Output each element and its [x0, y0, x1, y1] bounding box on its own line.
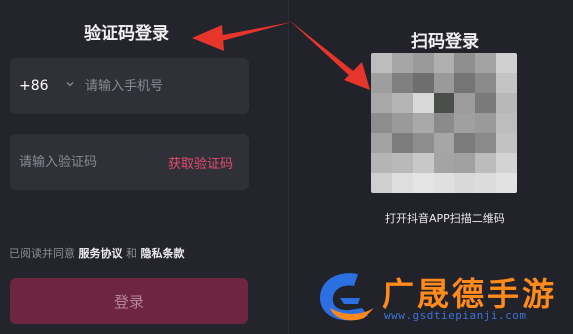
qr-module [475, 173, 497, 193]
qr-module [496, 53, 517, 73]
qr-module [371, 93, 392, 113]
qr-module [412, 93, 434, 113]
watermark-url: www.gsdtiepianji.com [384, 309, 527, 322]
agreement-text: 已阅读并同意 服务协议 和 隐私条款 [9, 245, 185, 261]
qr-module [454, 173, 476, 193]
qr-module [391, 53, 413, 73]
qr-module [475, 113, 497, 133]
qr-module [496, 153, 517, 173]
qr-module [475, 93, 497, 113]
qr-code [371, 53, 517, 193]
qr-module [433, 73, 455, 93]
code-input[interactable] [19, 152, 149, 172]
terms-link[interactable]: 服务协议 [79, 247, 123, 260]
qr-module [412, 113, 434, 133]
qr-module [391, 153, 413, 173]
qr-login-title: 扫码登录 [411, 32, 479, 52]
login-button[interactable]: 登录 [10, 278, 248, 324]
qr-module [371, 73, 392, 93]
qr-module [391, 133, 413, 153]
qr-module [454, 133, 476, 153]
phone-field: +86 [10, 58, 249, 114]
qr-module [454, 73, 476, 93]
get-code-button[interactable]: 获取验证码 [168, 153, 233, 172]
qr-module [412, 73, 434, 93]
qr-module [371, 113, 392, 133]
qr-module [475, 153, 497, 173]
country-code-selector[interactable]: +86 [19, 78, 49, 94]
qr-module [475, 73, 497, 93]
qr-module [475, 53, 497, 73]
qr-module [391, 173, 413, 193]
agreement-prefix: 已阅读并同意 [9, 247, 75, 260]
qr-module [391, 73, 413, 93]
watermark: 广晟德手游 www.gsdtiepianji.com [302, 262, 573, 334]
qr-module [391, 93, 413, 113]
qr-module [412, 173, 434, 193]
qr-caption: 打开抖音APP扫描二维码 [385, 212, 505, 225]
qr-module [433, 173, 455, 193]
qr-module [371, 53, 392, 73]
panel-divider [288, 0, 289, 334]
qr-module [496, 113, 517, 133]
qr-module [496, 133, 517, 153]
qr-module [496, 173, 517, 193]
qr-module [496, 73, 517, 93]
agreement-and: 和 [126, 247, 137, 260]
qr-module [433, 133, 455, 153]
privacy-link[interactable]: 隐私条款 [141, 247, 185, 260]
qr-module [454, 93, 476, 113]
qr-module [371, 153, 392, 173]
watermark-logo-icon [320, 273, 374, 321]
qr-module [454, 113, 476, 133]
sms-login-title: 验证码登录 [84, 24, 169, 44]
qr-module [496, 93, 517, 113]
qr-module [412, 153, 434, 173]
chevron-down-icon[interactable] [65, 79, 75, 89]
qr-module [433, 113, 455, 133]
qr-module [433, 53, 455, 73]
qr-module [433, 153, 455, 173]
qr-module [475, 133, 497, 153]
qr-module [391, 113, 413, 133]
qr-module [433, 93, 455, 113]
qr-module [371, 133, 392, 153]
qr-module [412, 53, 434, 73]
qr-module [371, 173, 392, 193]
qr-module [412, 133, 434, 153]
qr-module [454, 153, 476, 173]
code-field: 获取验证码 [10, 134, 249, 190]
phone-input[interactable] [85, 76, 240, 96]
qr-module [454, 53, 476, 73]
